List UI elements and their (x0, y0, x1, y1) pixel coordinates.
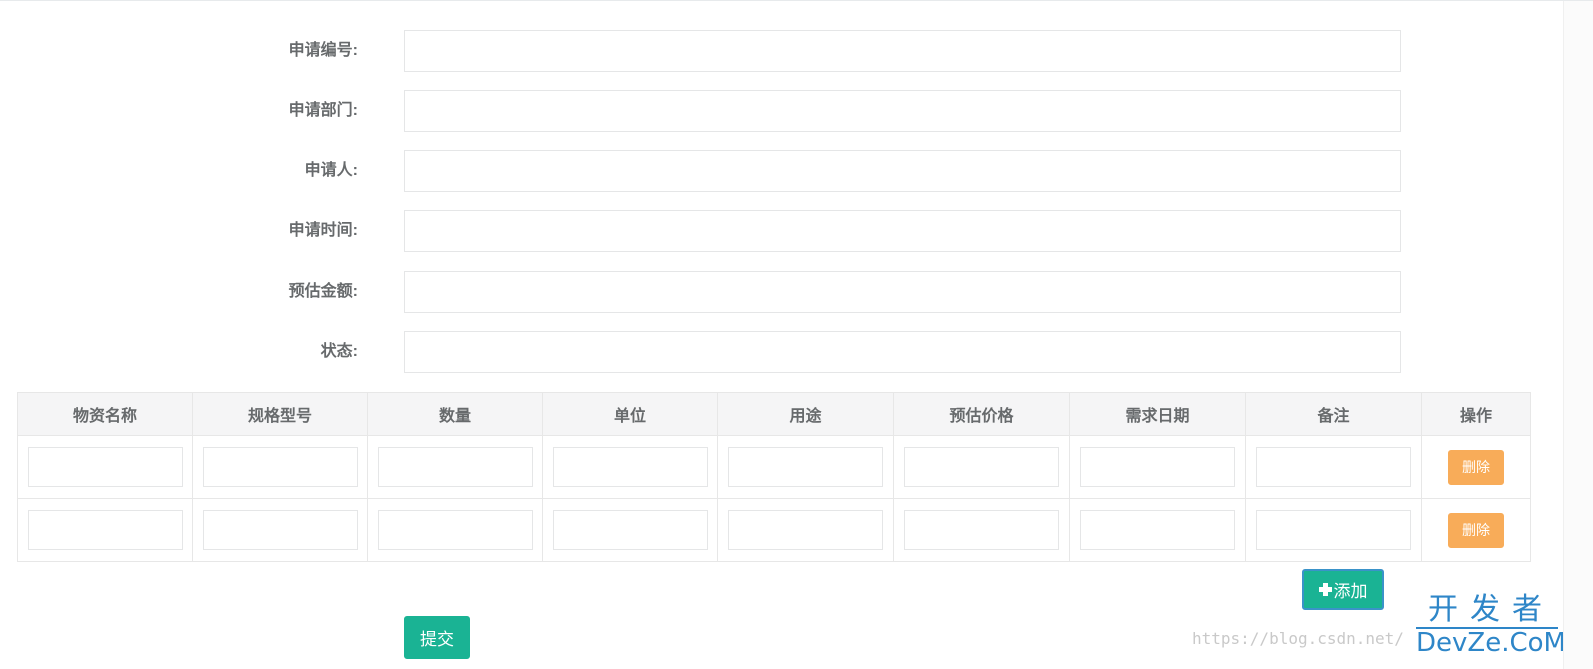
quantity-input[interactable] (378, 447, 533, 487)
required-date-input[interactable] (1080, 447, 1235, 487)
page: 申请编号: 申请部门: 申请人: 申请时间: 预估金额: 状态: 物资名称 规格… (0, 0, 1593, 669)
purpose-input[interactable] (728, 510, 883, 550)
column-header-required-date: 需求日期 (1069, 392, 1246, 436)
applicant-input[interactable] (404, 150, 1401, 192)
plus-icon (1318, 583, 1332, 596)
column-header-remarks: 备注 (1245, 392, 1422, 436)
column-header-quantity: 数量 (367, 392, 543, 436)
table-cell (17, 435, 193, 499)
items-table: 物资名称 规格型号 数量 单位 用途 预估价格 需求日期 备注 操作 删除 删除 (17, 392, 1531, 562)
column-header-spec-model: 规格型号 (192, 392, 368, 436)
table-cell (1245, 498, 1422, 562)
form-row-apply-number: 申请编号: (0, 30, 1420, 72)
column-header-estimated-price: 预估价格 (893, 392, 1070, 436)
watermark-url: https://blog.csdn.net/ (1192, 629, 1404, 648)
applicant-label: 申请人: (304, 162, 358, 179)
estimated-price-input[interactable] (904, 447, 1059, 487)
form-row-status: 状态: (0, 331, 1420, 373)
table-cell (542, 435, 718, 499)
table-cell (1069, 498, 1246, 562)
table-cell (1245, 435, 1422, 499)
purpose-input[interactable] (728, 447, 883, 487)
unit-input[interactable] (553, 510, 708, 550)
delete-row-button[interactable]: 删除 (1448, 449, 1504, 485)
apply-department-input[interactable] (404, 90, 1401, 132)
add-row-button[interactable]: 添加 (1302, 569, 1384, 610)
table-cell-actions: 删除 (1421, 498, 1531, 562)
column-header-material-name: 物资名称 (17, 392, 193, 436)
devze-logo: 开发者 DevZe.CoM (1412, 592, 1566, 663)
status-input[interactable] (404, 331, 1401, 373)
estimated-price-input[interactable] (904, 510, 1059, 550)
material-name-input[interactable] (28, 447, 183, 487)
form-row-estimated-amount: 预估金额: (0, 271, 1420, 313)
table-cell (192, 435, 368, 499)
remarks-input[interactable] (1256, 510, 1411, 550)
required-date-input[interactable] (1080, 510, 1235, 550)
logo-english-text: DevZe.CoM (1416, 627, 1566, 658)
table-cell (893, 498, 1070, 562)
table-cell (893, 435, 1070, 499)
column-header-purpose: 用途 (717, 392, 894, 436)
vertical-scrollbar[interactable] (1563, 1, 1593, 669)
submit-button[interactable]: 提交 (404, 616, 470, 659)
table-row: 删除 (17, 498, 1531, 562)
column-header-unit: 单位 (542, 392, 718, 436)
form-row-apply-department: 申请部门: (0, 90, 1420, 132)
unit-input[interactable] (553, 447, 708, 487)
table-cell-actions: 删除 (1421, 435, 1531, 499)
table-cell (17, 498, 193, 562)
apply-time-label: 申请时间: (288, 222, 358, 239)
apply-number-input[interactable] (404, 30, 1401, 72)
table-cell (367, 498, 543, 562)
spec-model-input[interactable] (203, 447, 358, 487)
form-row-applicant: 申请人: (0, 150, 1420, 192)
table-cell (192, 498, 368, 562)
estimated-amount-label: 预估金额: (288, 283, 358, 300)
table-cell (542, 498, 718, 562)
table-cell (1069, 435, 1246, 499)
column-header-actions: 操作 (1421, 392, 1531, 436)
logo-chinese-text: 开发者 (1428, 592, 1554, 627)
add-row-label: 添加 (1333, 582, 1368, 601)
status-label: 状态: (320, 343, 358, 360)
form-row-apply-time: 申请时间: (0, 210, 1420, 252)
apply-time-input[interactable] (404, 210, 1401, 252)
table-cell (367, 435, 543, 499)
apply-number-label: 申请编号: (288, 42, 358, 59)
table-header-row: 物资名称 规格型号 数量 单位 用途 预估价格 需求日期 备注 操作 (17, 392, 1531, 436)
quantity-input[interactable] (378, 510, 533, 550)
material-name-input[interactable] (28, 510, 183, 550)
estimated-amount-input[interactable] (404, 271, 1401, 313)
remarks-input[interactable] (1256, 447, 1411, 487)
apply-department-label: 申请部门: (288, 102, 358, 119)
table-row: 删除 (17, 435, 1531, 499)
table-cell (717, 435, 894, 499)
table-cell (717, 498, 894, 562)
delete-row-button[interactable]: 删除 (1448, 512, 1504, 548)
spec-model-input[interactable] (203, 510, 358, 550)
